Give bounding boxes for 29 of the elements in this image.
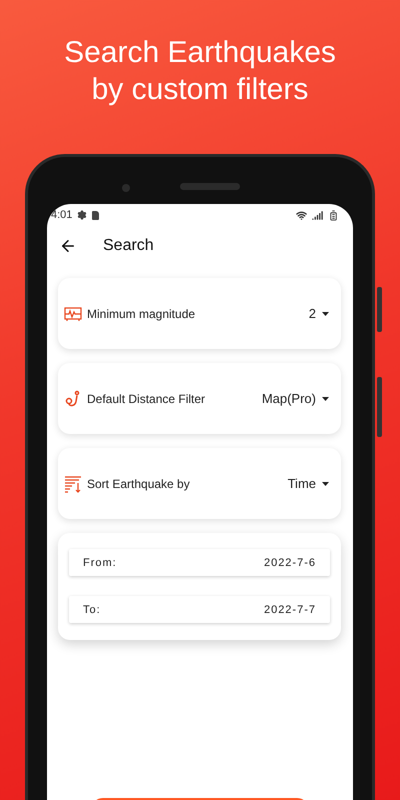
filter-label: Default Distance Filter <box>87 392 206 406</box>
signal-icon <box>312 210 323 220</box>
back-icon[interactable] <box>59 237 77 255</box>
caret-icon <box>322 396 329 400</box>
screen-title: Search <box>103 237 154 255</box>
caret-icon <box>322 312 329 316</box>
filter-dropdown[interactable]: 2 <box>308 306 329 321</box>
date-value: 2022-7-6 <box>264 556 316 568</box>
speaker-icon <box>180 183 240 190</box>
headline: Search Earthquakes by custom filters <box>63 35 337 108</box>
settings-icon <box>77 210 88 220</box>
camera-icon <box>122 184 130 192</box>
battery-icon <box>328 210 339 220</box>
filter-dropdown[interactable]: Map(Pro) <box>262 391 329 406</box>
status-time: 4:01 <box>51 209 72 221</box>
route-pin-icon <box>64 390 82 408</box>
date-label: From: <box>83 556 117 568</box>
date-label: To: <box>83 604 101 616</box>
caret-icon <box>322 482 329 486</box>
filter-dropdown[interactable]: Time <box>288 476 329 491</box>
filter-label: Minimum magnitude <box>87 306 196 320</box>
date-row[interactable]: From: 2022-7-6 <box>69 549 330 576</box>
sd-card-icon <box>92 210 100 220</box>
wifi-icon <box>296 210 307 220</box>
seismograph-icon <box>64 304 82 322</box>
date-value: 2022-7-7 <box>264 604 316 616</box>
filter-label: Sort Earthquake by <box>87 476 190 490</box>
date-row[interactable]: To: 2022-7-7 <box>69 596 330 623</box>
sort-icon <box>64 474 82 492</box>
